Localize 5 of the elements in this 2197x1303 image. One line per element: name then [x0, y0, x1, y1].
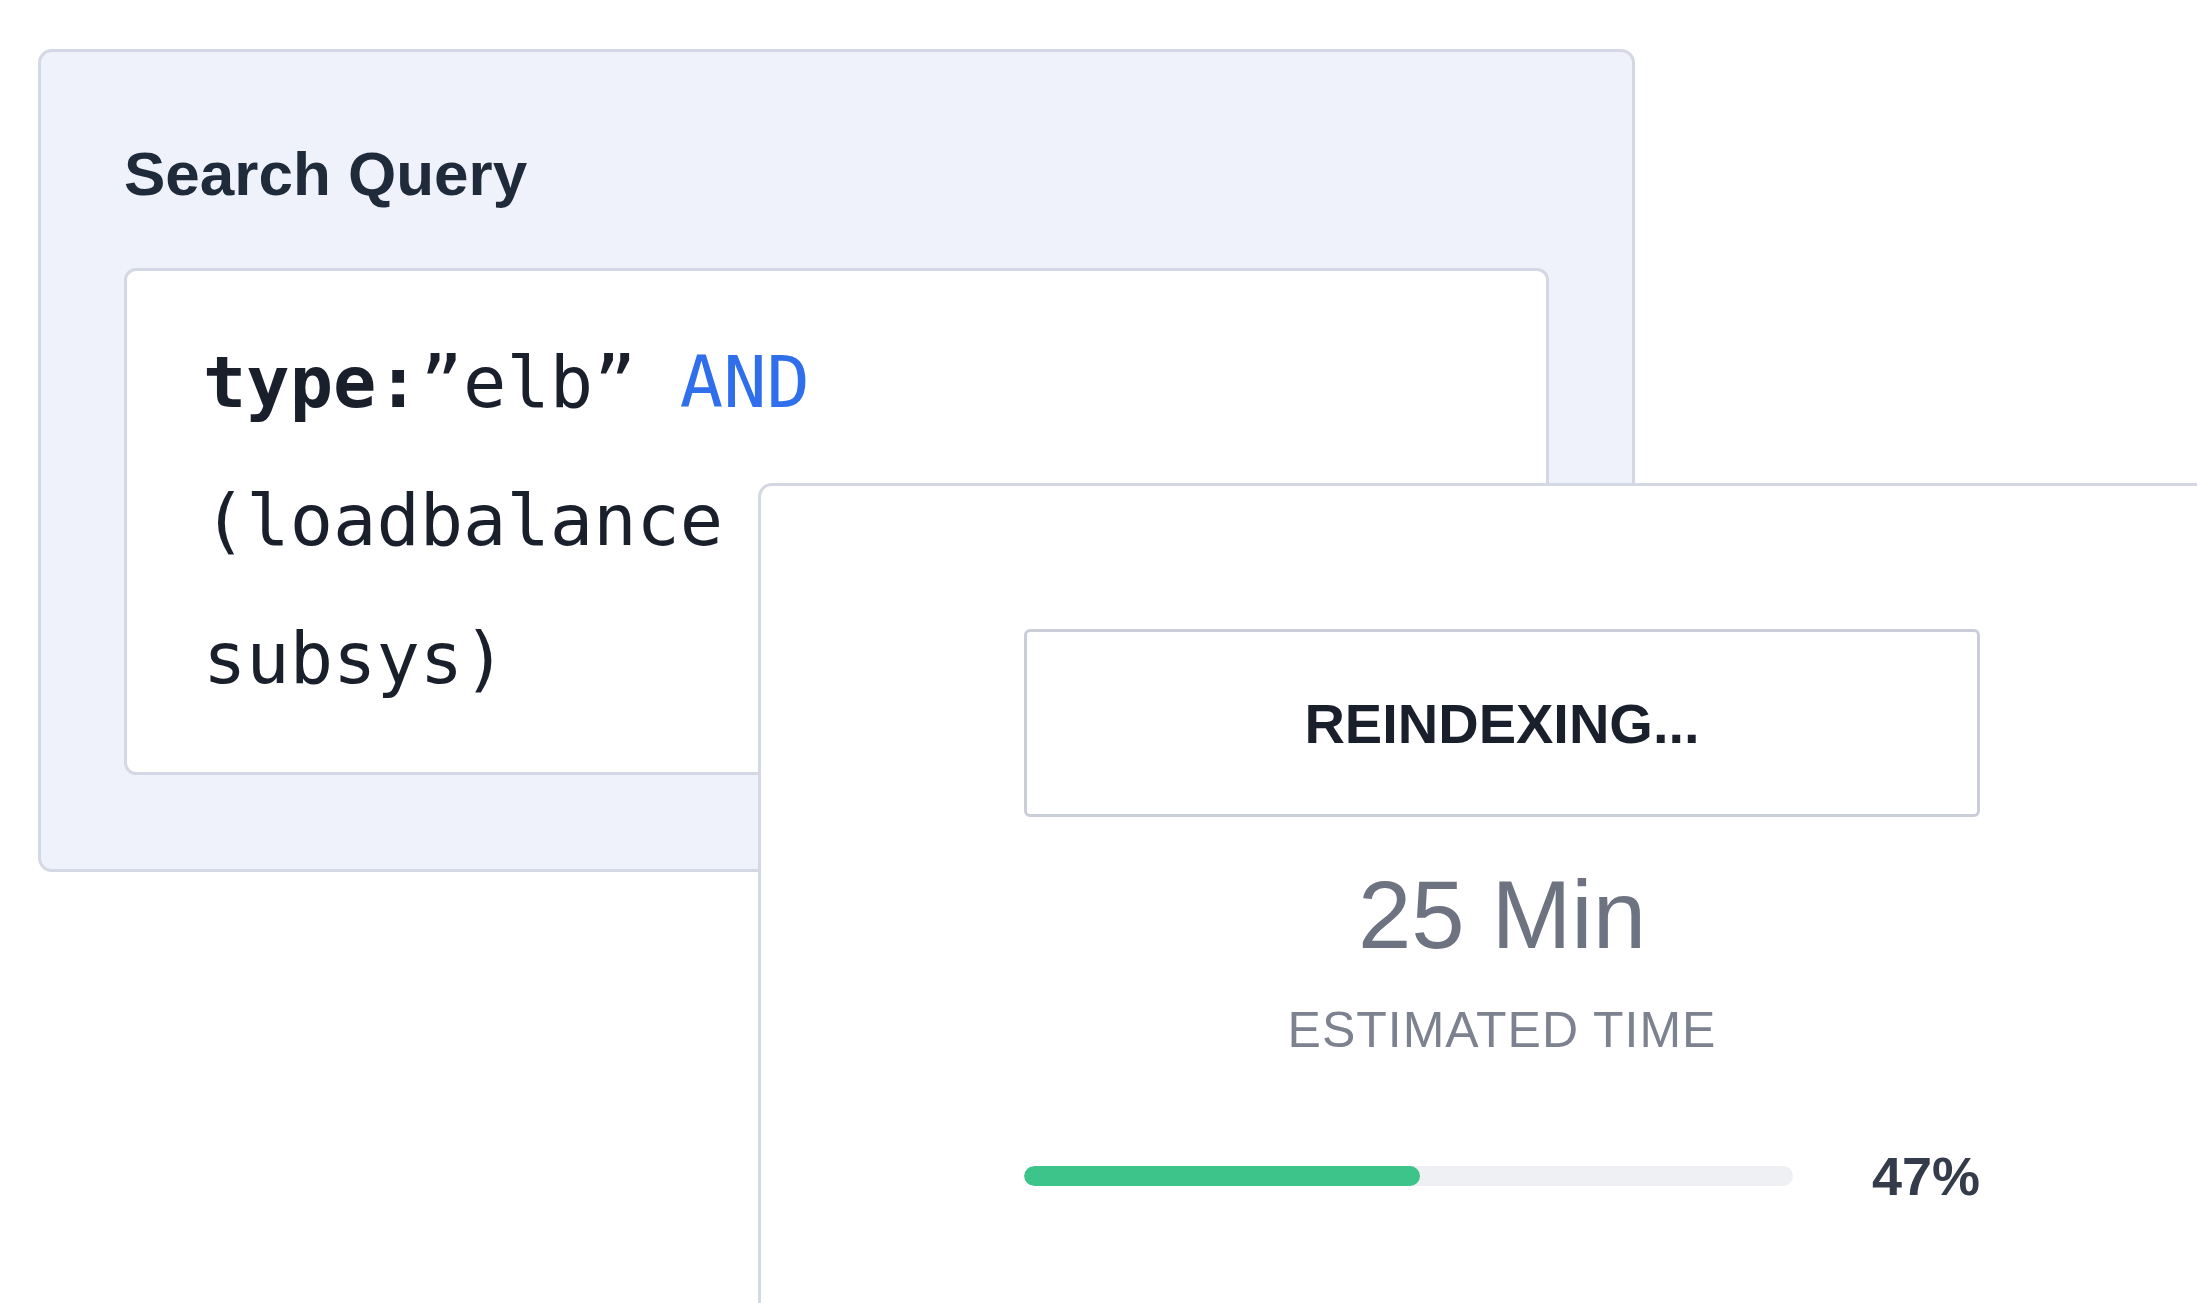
time-label: ESTIMATED TIME [1287, 1005, 1717, 1055]
code-line: type:”elb” AND [203, 339, 811, 426]
progress-reading: 47% [1871, 1145, 1980, 1207]
code-line: (loadbalance [203, 477, 725, 564]
time-value: 25 Min [1357, 867, 1647, 963]
